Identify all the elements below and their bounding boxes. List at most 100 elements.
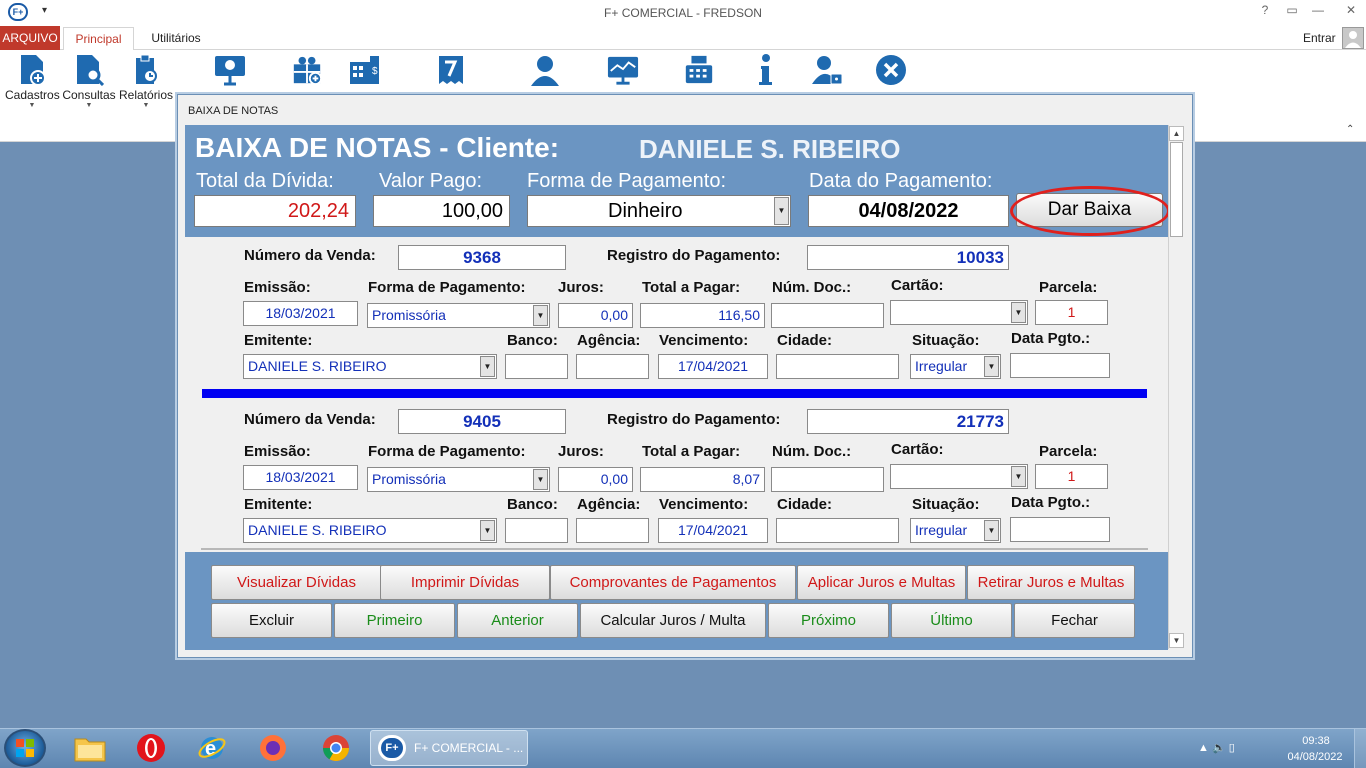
agencia-field[interactable] [576, 518, 649, 543]
cartao-select[interactable]: ▼ [890, 464, 1028, 489]
juros-field[interactable]: 0,00 [558, 467, 633, 492]
total-pagar-field[interactable]: 8,07 [640, 467, 765, 492]
excluir-button[interactable]: Excluir [211, 603, 332, 638]
system-tray-icons[interactable]: ▲ 🔈 ▯ [1198, 741, 1235, 754]
comprovantes-button[interactable]: Comprovantes de Pagamentos [550, 565, 796, 600]
primeiro-button[interactable]: Primeiro [334, 603, 455, 638]
aplicar-juros-button[interactable]: Aplicar Juros e Multas [797, 565, 966, 600]
chevron-down-icon[interactable]: ▼ [984, 356, 999, 377]
fechar-button[interactable]: Fechar [1014, 603, 1135, 638]
imprimir-dividas-button[interactable]: Imprimir Dívidas [380, 565, 550, 600]
ribbon-display-button[interactable]: ▭ [1282, 3, 1302, 21]
forma-pagamento-select[interactable]: Dinheiro ▼ [527, 195, 791, 227]
firefox-browser-icon[interactable] [253, 731, 293, 765]
registro-pagamento-field[interactable]: 21773 [807, 409, 1009, 434]
close-button[interactable]: ✕ [1341, 3, 1361, 21]
situacao-select[interactable]: Irregular ▼ [910, 518, 1001, 543]
opera-browser-icon[interactable] [131, 731, 171, 765]
file-explorer-icon[interactable] [70, 731, 110, 765]
banco-field[interactable] [505, 354, 568, 379]
chrome-browser-icon[interactable] [316, 731, 356, 765]
chevron-down-icon[interactable]: ▼ [1011, 302, 1026, 323]
cadastros-label: Cadastros [5, 88, 60, 102]
ultimo-button[interactable]: Último [891, 603, 1012, 638]
scroll-down-icon[interactable]: ▼ [1169, 633, 1184, 648]
chevron-up-icon[interactable]: ⌃ [1346, 124, 1354, 135]
visualizar-dividas-button[interactable]: Visualizar Dívidas [211, 565, 382, 600]
situacao-select[interactable]: Irregular ▼ [910, 354, 1001, 379]
registro-pagamento-field[interactable]: 10033 [807, 245, 1009, 270]
juros-field[interactable]: 0,00 [558, 303, 633, 328]
relatorios-icon [130, 54, 162, 86]
cidade-field[interactable] [776, 518, 899, 543]
calculator-button[interactable]: $ [337, 54, 391, 86]
emissao-field[interactable]: 18/03/2021 [243, 465, 358, 490]
parcela-field[interactable]: 1 [1035, 300, 1108, 325]
scroll-up-icon[interactable]: ▲ [1169, 126, 1184, 141]
avatar[interactable] [1342, 27, 1364, 49]
retirar-juros-button[interactable]: Retirar Juros e Multas [967, 565, 1135, 600]
cash-register-button[interactable] [672, 54, 726, 86]
chevron-down-icon[interactable]: ▼ [774, 197, 789, 225]
start-button[interactable] [4, 729, 46, 767]
total-divida-field[interactable]: 202,24 [194, 195, 356, 227]
vencimento-field[interactable]: 17/04/2021 [658, 518, 768, 543]
calcular-juros-button[interactable]: Calcular Juros / Multa [580, 603, 766, 638]
data-pagamento-field[interactable]: 04/08/2022 [808, 195, 1009, 227]
user-lock-button[interactable] [800, 54, 854, 86]
scrollbar-thumb[interactable] [1170, 142, 1183, 237]
chevron-down-icon[interactable]: ▼ [984, 520, 999, 541]
clock-time[interactable]: 09:38 [1296, 735, 1336, 747]
num-doc-field[interactable] [771, 467, 884, 492]
cash-register-icon [683, 54, 715, 86]
cadastros-button[interactable]: Cadastros ▼ [5, 54, 60, 109]
info-button[interactable] [738, 54, 792, 86]
data-pgto-field[interactable] [1010, 517, 1110, 542]
forma-select[interactable]: Promissória ▼ [367, 303, 550, 328]
emitente-select[interactable]: DANIELE S. RIBEIRO ▼ [243, 518, 497, 543]
valor-pago-field[interactable]: 100,00 [373, 195, 510, 227]
chevron-down-icon[interactable]: ▼ [480, 520, 495, 541]
total-pagar-field[interactable]: 116,50 [640, 303, 765, 328]
vencimento-field[interactable]: 17/04/2021 [658, 354, 768, 379]
forma-select[interactable]: Promissória ▼ [367, 467, 550, 492]
cartao-select[interactable]: ▼ [890, 300, 1028, 325]
parcela-field[interactable]: 1 [1035, 464, 1108, 489]
proximo-button[interactable]: Próximo [768, 603, 889, 638]
forma-label: Forma de Pagamento: [368, 279, 526, 296]
monitor-button[interactable] [203, 54, 257, 86]
juros-label: Juros: [558, 443, 604, 460]
sign-in-link[interactable]: Entrar [1303, 31, 1336, 45]
clock-date[interactable]: 04/08/2022 [1282, 751, 1348, 763]
show-desktop-button[interactable] [1354, 729, 1366, 768]
chevron-down-icon[interactable]: ▼ [480, 356, 495, 377]
chevron-down-icon[interactable]: ▼ [533, 469, 548, 490]
relatorios-button[interactable]: Relatórios ▼ [119, 54, 173, 109]
tab-principal[interactable]: Principal [63, 27, 134, 51]
numero-venda-field[interactable]: 9368 [398, 245, 566, 270]
anterior-button[interactable]: Anterior [457, 603, 578, 638]
window-title: F+ COMERCIAL - FREDSON [604, 6, 762, 20]
numero-venda-field[interactable]: 9405 [398, 409, 566, 434]
exit-button[interactable] [864, 54, 918, 86]
agencia-field[interactable] [576, 354, 649, 379]
internet-explorer-icon[interactable]: e [192, 731, 232, 765]
data-pgto-field[interactable] [1010, 353, 1110, 378]
banco-field[interactable] [505, 518, 568, 543]
emissao-field[interactable]: 18/03/2021 [243, 301, 358, 326]
gift-button[interactable] [280, 54, 334, 86]
tab-utilitarios[interactable]: Utilitários [140, 26, 212, 50]
num-doc-field[interactable] [771, 303, 884, 328]
help-button[interactable]: ? [1255, 3, 1275, 21]
maximize-button[interactable] [1311, 3, 1331, 21]
chart-monitor-button[interactable] [596, 54, 650, 86]
user-button[interactable] [518, 54, 572, 86]
invoice-button[interactable] [424, 54, 478, 86]
chevron-down-icon[interactable]: ▼ [533, 305, 548, 326]
cidade-field[interactable] [776, 354, 899, 379]
emitente-select[interactable]: DANIELE S. RIBEIRO ▼ [243, 354, 497, 379]
divider [201, 548, 1148, 550]
tab-arquivo[interactable]: ARQUIVO [0, 26, 60, 50]
consultas-button[interactable]: Consultas ▼ [62, 54, 116, 109]
chevron-down-icon[interactable]: ▼ [1011, 466, 1026, 487]
